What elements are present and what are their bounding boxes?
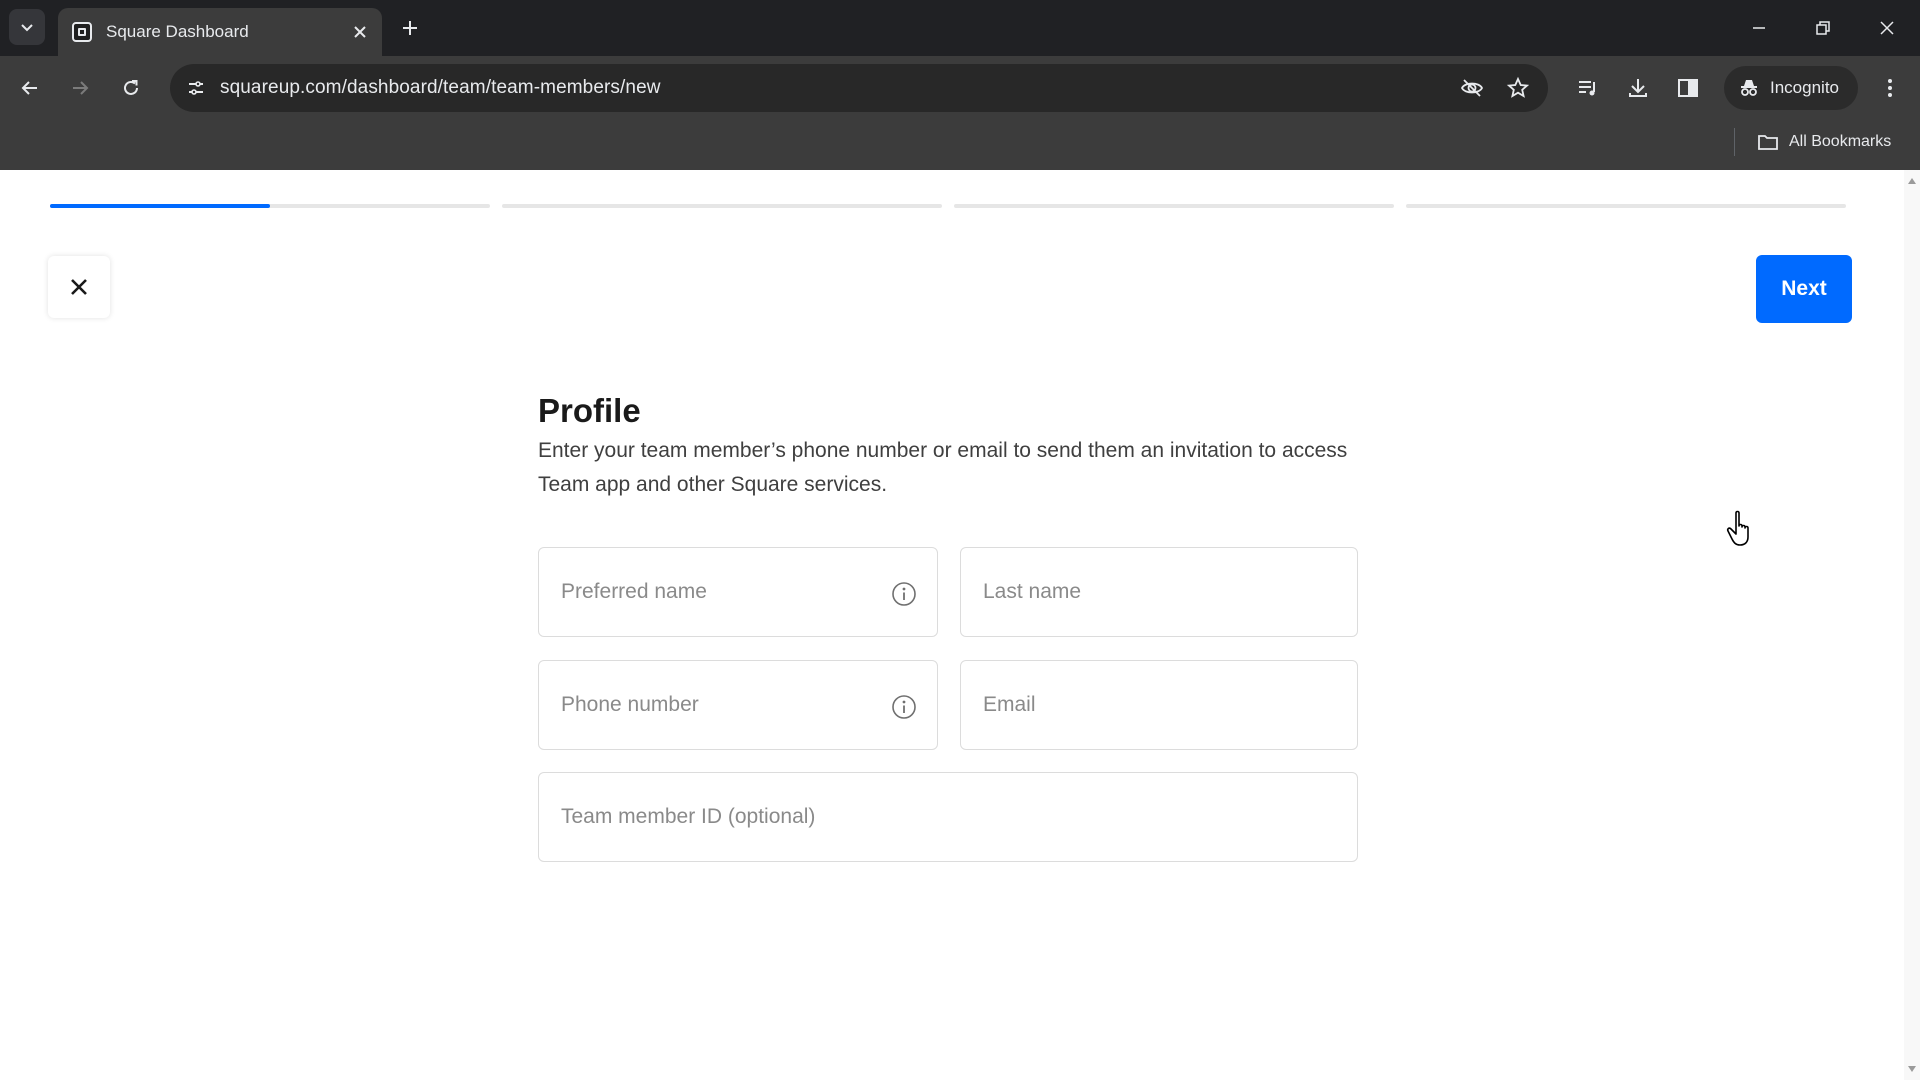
square-favicon-icon: [72, 22, 92, 42]
page-title: Profile: [538, 392, 641, 429]
media-control-icon[interactable]: [1568, 68, 1608, 108]
back-button[interactable]: [10, 68, 50, 108]
team-member-id-input[interactable]: [539, 773, 1357, 861]
profile-description: Enter your team member’s phone number or…: [538, 439, 1348, 496]
progress-step-3: [954, 204, 1394, 208]
close-icon: [1880, 21, 1894, 35]
page-scrollbar[interactable]: [1904, 170, 1920, 1080]
url-text: squareup.com/dashboard/team/team-members…: [220, 77, 661, 98]
tab-title: Square Dashboard: [106, 22, 249, 41]
scroll-up-arrow[interactable]: [1908, 178, 1916, 184]
chevron-down-icon: [21, 24, 33, 32]
plus-icon: [403, 21, 417, 35]
browser-tab[interactable]: Square Dashboard: [58, 8, 382, 56]
star-icon[interactable]: [1504, 74, 1532, 102]
email-input[interactable]: [961, 661, 1357, 749]
minimize-button[interactable]: [1736, 8, 1782, 48]
download-icon[interactable]: [1618, 68, 1658, 108]
eye-off-icon[interactable]: [1458, 74, 1486, 102]
restore-button[interactable]: [1800, 8, 1846, 48]
all-bookmarks-label: All Bookmarks: [1789, 133, 1892, 150]
minimize-icon: [1753, 27, 1765, 29]
hand-pointer-cursor-icon: [1726, 510, 1749, 546]
team-member-id-field[interactable]: [538, 772, 1358, 862]
restore-icon: [1816, 21, 1830, 35]
progress-step-1-fill: [50, 204, 270, 208]
preferred-name-field[interactable]: [538, 547, 938, 637]
all-bookmarks-button[interactable]: All Bookmarks: [1734, 128, 1891, 156]
preferred-name-input[interactable]: [539, 548, 937, 636]
tab-strip: Square Dashboard: [0, 0, 1920, 56]
phone-number-input[interactable]: [539, 661, 937, 749]
progress-step-2: [502, 204, 942, 208]
progress-step-4: [1406, 204, 1846, 208]
folder-icon: [1758, 135, 1778, 150]
reload-icon: [124, 80, 138, 95]
close-icon: [354, 26, 366, 38]
close-icon: [71, 279, 87, 295]
incognito-icon: [1741, 80, 1757, 96]
next-button[interactable]: Next: [1756, 255, 1852, 323]
incognito-label: Incognito: [1770, 78, 1839, 97]
reload-button[interactable]: [111, 68, 151, 108]
close-wizard-button[interactable]: [48, 256, 110, 318]
more-menu-icon[interactable]: [1870, 68, 1910, 108]
new-tab-button[interactable]: [394, 12, 426, 44]
window-close-button[interactable]: [1864, 8, 1910, 48]
arrow-right-icon: [73, 81, 89, 95]
browser-chrome: Square Dashboard squareup.com/dashboard/…: [0, 0, 1920, 170]
email-field[interactable]: [960, 660, 1358, 750]
tab-search-button[interactable]: [9, 9, 45, 45]
scroll-down-arrow[interactable]: [1908, 1066, 1916, 1072]
info-icon[interactable]: [891, 581, 917, 607]
info-icon[interactable]: [891, 694, 917, 720]
phone-number-field[interactable]: [538, 660, 938, 750]
last-name-input[interactable]: [961, 548, 1357, 636]
arrow-left-icon: [21, 81, 37, 95]
tab-close-button[interactable]: [346, 18, 374, 46]
page-content: Next Profile Enter your team member’s ph…: [0, 170, 1904, 1080]
side-panel-icon[interactable]: [1668, 68, 1708, 108]
last-name-field[interactable]: [960, 547, 1358, 637]
incognito-indicator[interactable]: Incognito: [1724, 66, 1858, 110]
forward-button[interactable]: [60, 68, 100, 108]
progress-step-1: [50, 204, 490, 208]
address-bar[interactable]: squareup.com/dashboard/team/team-members…: [170, 64, 1548, 112]
site-info-icon[interactable]: [184, 76, 208, 100]
